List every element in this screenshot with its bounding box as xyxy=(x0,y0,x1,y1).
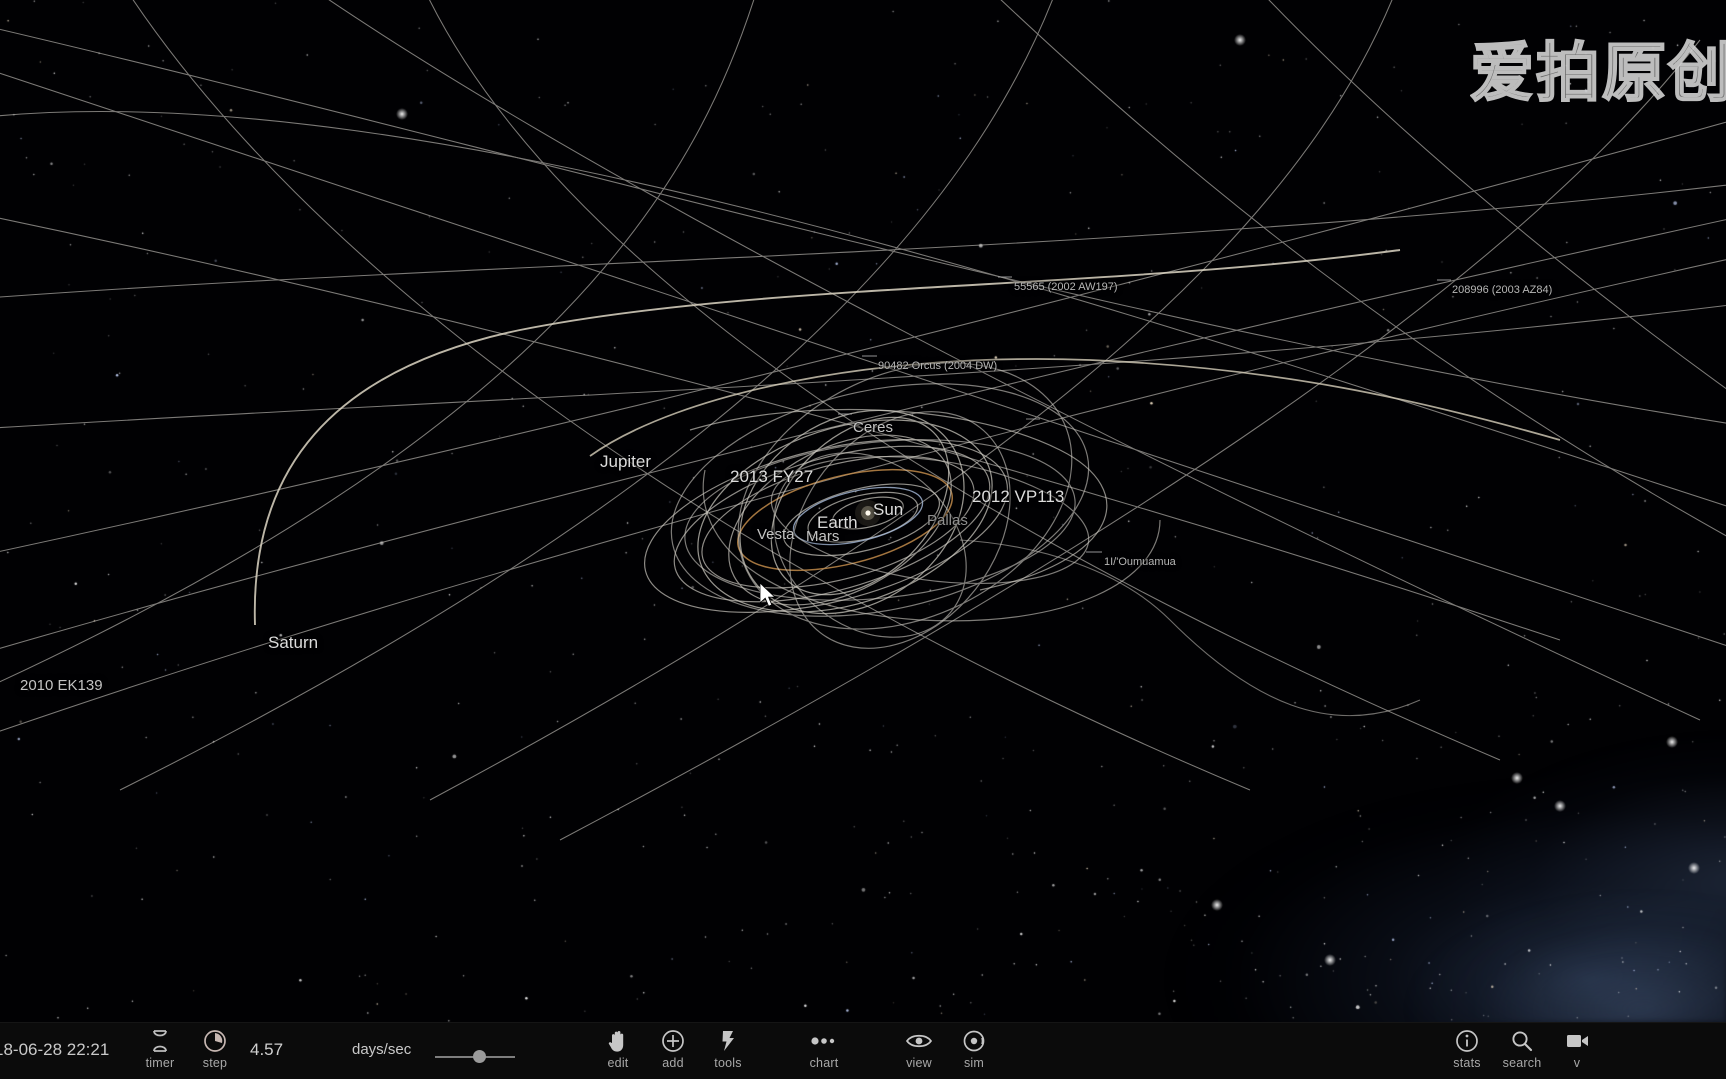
object-label[interactable]: Pallas xyxy=(927,512,968,529)
object-label[interactable]: 2012 VP113 xyxy=(972,487,1064,507)
solar-system-simulator: 55565 (2002 AW197) 208996 (2003 AZ84) 9048… xyxy=(0,0,1726,1079)
add-label: add xyxy=(662,1056,684,1070)
timer-label: timer xyxy=(145,1056,175,1070)
object-label[interactable]: 1I/'Oumuamua xyxy=(1104,556,1176,568)
sim-button[interactable]: sim xyxy=(942,1027,1006,1077)
object-label[interactable]: Jupiter xyxy=(600,452,651,472)
edit-label: edit xyxy=(607,1056,629,1070)
rate-slider[interactable] xyxy=(435,1050,515,1064)
object-label[interactable]: Ceres xyxy=(853,419,893,436)
object-label[interactable]: 208996 (2003 AZ84) xyxy=(1452,284,1552,296)
search-label: search xyxy=(1502,1056,1542,1070)
object-label[interactable]: Mars xyxy=(806,528,839,545)
wrench-icon xyxy=(718,1027,738,1055)
object-label[interactable]: Saturn xyxy=(268,633,318,653)
hourglass-icon xyxy=(150,1027,170,1055)
hand-icon xyxy=(607,1027,629,1055)
object-label[interactable]: 55565 (2002 AW197) xyxy=(1014,281,1118,293)
step-label: step xyxy=(202,1056,228,1070)
step-clock-icon xyxy=(203,1027,227,1055)
video-icon xyxy=(1565,1027,1589,1055)
rate-unit[interactable]: days/sec xyxy=(352,1041,411,1058)
stats-label: stats xyxy=(1453,1056,1481,1070)
search-icon xyxy=(1510,1027,1534,1055)
object-label[interactable]: 2013 FY27 xyxy=(730,467,813,487)
eye-icon xyxy=(905,1027,933,1055)
object-label[interactable]: Vesta xyxy=(757,526,795,543)
plus-circle-icon xyxy=(661,1027,685,1055)
view-label: view xyxy=(906,1056,932,1070)
info-icon xyxy=(1455,1027,1479,1055)
tools-label: tools xyxy=(714,1056,742,1070)
step-button[interactable]: step xyxy=(183,1027,247,1077)
simulation-clock: 18-06-28 22:21 xyxy=(0,1040,110,1059)
chart-label: chart xyxy=(809,1056,839,1070)
bottom-toolbar: 18-06-28 22:21 timer step 4.57 days/sec xyxy=(0,1022,1726,1079)
rate-slider-knob[interactable] xyxy=(473,1050,486,1063)
dots-icon xyxy=(810,1027,838,1055)
orbit-lines xyxy=(0,0,1726,841)
rate-value[interactable]: 4.57 xyxy=(250,1040,283,1060)
sim-label: sim xyxy=(963,1056,985,1070)
tools-button[interactable]: tools xyxy=(696,1027,760,1077)
object-label[interactable]: 2010 EK139 xyxy=(20,677,103,694)
object-label[interactable]: Sun xyxy=(873,500,903,520)
sky-viewport[interactable]: 55565 (2002 AW197) 208996 (2003 AZ84) 9048… xyxy=(0,0,1726,1022)
video-label: v xyxy=(1573,1056,1581,1070)
chart-button[interactable]: chart xyxy=(792,1027,856,1077)
object-label[interactable]: 90482 Orcus (2004 DW) xyxy=(878,360,997,372)
orbit-icon xyxy=(962,1027,986,1055)
video-button[interactable]: v xyxy=(1545,1027,1609,1077)
